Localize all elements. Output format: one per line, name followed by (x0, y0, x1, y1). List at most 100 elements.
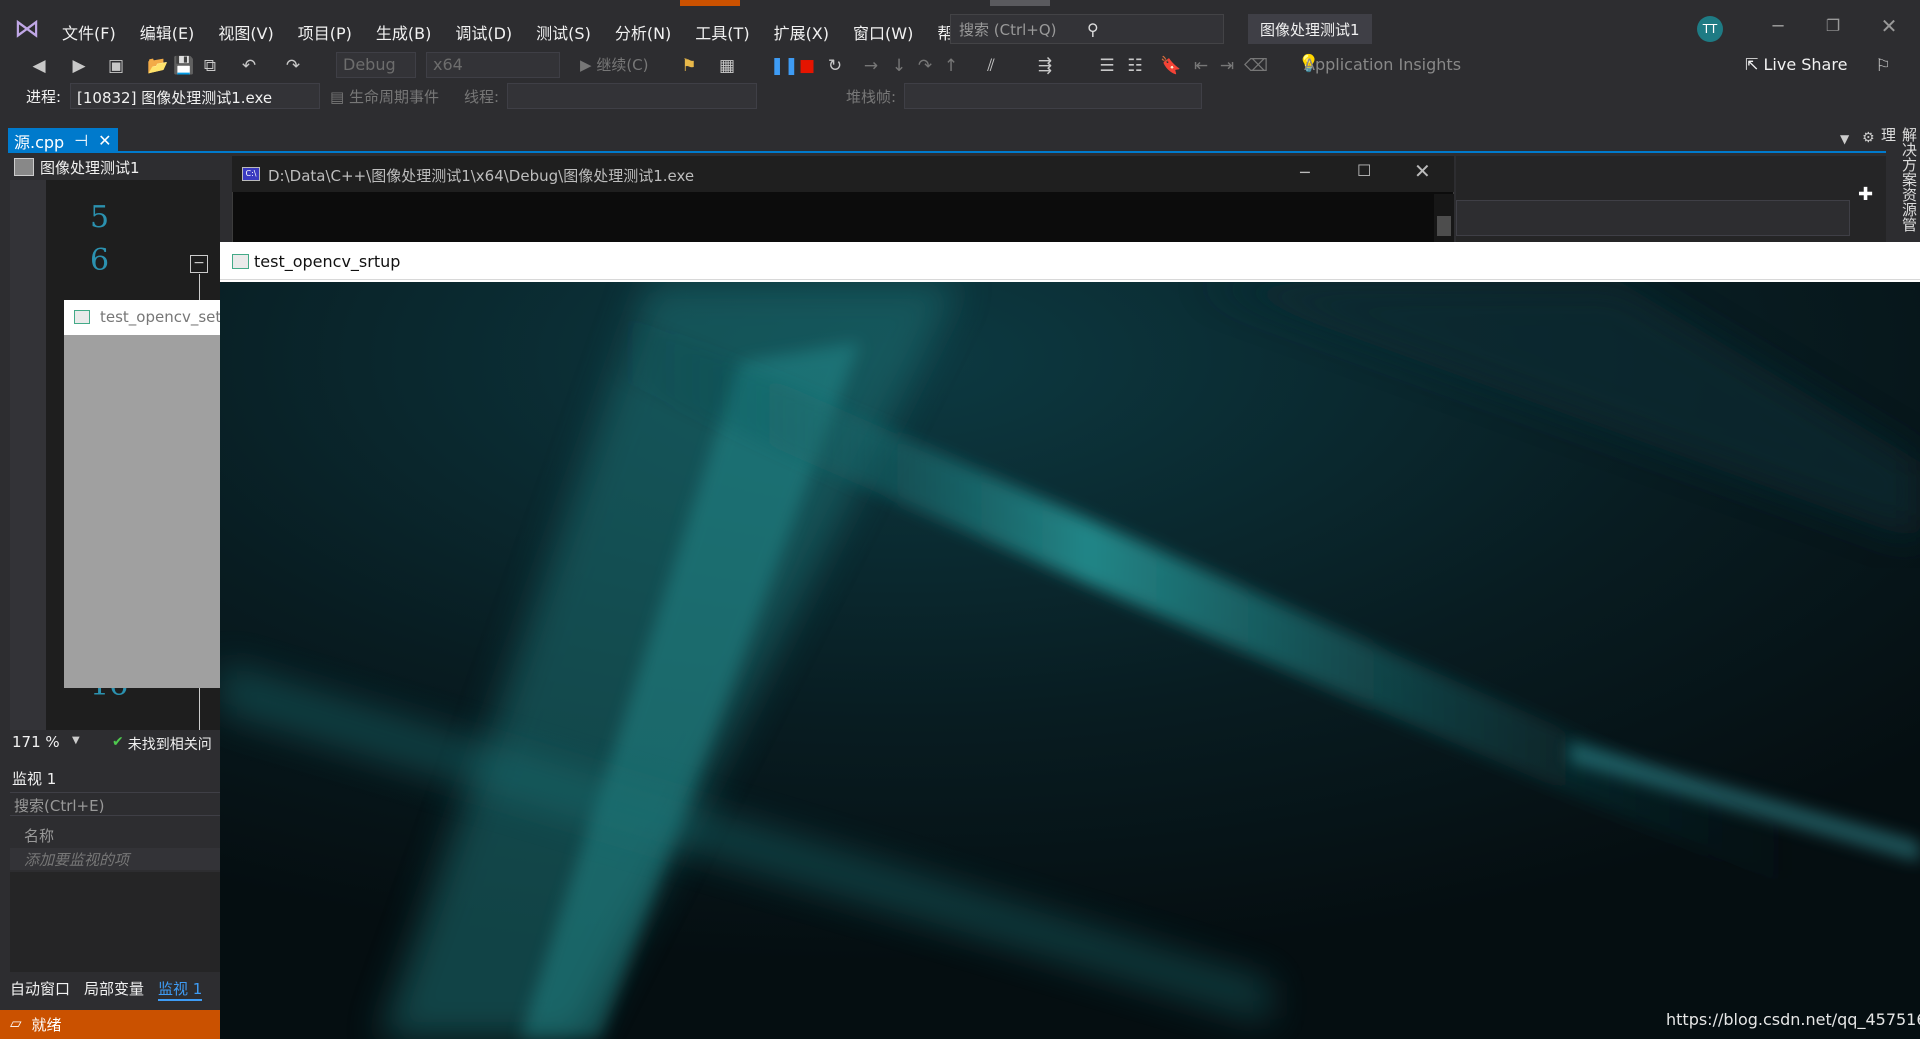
menu-debug[interactable]: 调试(D) (443, 16, 524, 48)
menu-edit[interactable]: 编辑(E) (128, 16, 207, 48)
opencv-main-titlebar[interactable]: test_opencv_srtup (220, 242, 1920, 280)
live-share-label: Live Share (1763, 55, 1848, 74)
tab-autos[interactable]: 自动窗口 (10, 978, 70, 1001)
step-out-icon[interactable]: ↑ (940, 54, 962, 78)
menu-view[interactable]: 视图(V) (206, 16, 285, 48)
search-icon: ⚲ (1087, 19, 1099, 39)
visual-studio-logo-icon[interactable]: ⋈ (12, 14, 42, 44)
tab-source-cpp[interactable]: 源.cpp ⊣ ✕ (8, 128, 118, 153)
step-over-icon[interactable]: ↷ (914, 54, 936, 78)
watch-search-input[interactable]: 搜索(Ctrl+E) (10, 792, 220, 816)
watch-panel-title: 监视 1 (12, 770, 57, 788)
active-indicator (680, 0, 740, 6)
lifecycle-events-dropdown[interactable]: ▤ 生命周期事件 (330, 86, 439, 107)
tab-watch-1[interactable]: 监视 1 (158, 978, 203, 1001)
menu-analyze[interactable]: 分析(N) (603, 16, 683, 48)
solution-name-badge: 图像处理测试1 (1248, 14, 1372, 44)
window-icon (232, 254, 249, 269)
live-share-button[interactable]: ⇱ Live Share (1745, 55, 1847, 74)
debug-tabs: 自动窗口 局部变量 监视 1 (10, 978, 203, 1001)
watch-add-item[interactable]: 添加要监视的项 (10, 848, 220, 870)
scrollbar-thumb[interactable] (1437, 216, 1451, 236)
prev-bookmark-icon[interactable]: ⇤ (1190, 54, 1212, 78)
status-text: 就绪 (31, 1016, 62, 1034)
breakpoints-icon[interactable]: ⫽ (980, 54, 1002, 78)
zoom-level[interactable]: 171 % (12, 733, 60, 751)
tab-label: 源.cpp (14, 132, 65, 152)
collapse-icon[interactable]: − (190, 255, 208, 273)
solution-explorer-side-tab[interactable]: 解决方案资源管理 (1879, 125, 1920, 245)
bookmark-icon[interactable]: 🔖 (1160, 54, 1182, 78)
continue-button[interactable]: ▶ 继续(C) (580, 54, 649, 75)
step-into-icon[interactable]: ↓ (888, 54, 910, 78)
maximize-icon[interactable]: ☐ (1357, 161, 1371, 180)
thread-icon[interactable]: ⇶ (1034, 54, 1056, 78)
platform-dropdown[interactable]: x64 (426, 52, 560, 78)
status-box-icon: ▱ (10, 1014, 22, 1032)
window-title: test_opencv_srtup (254, 252, 401, 271)
navigate-forward-icon[interactable]: ▶ (68, 54, 90, 78)
search-input[interactable]: 搜索 (Ctrl+Q) ⚲ (950, 14, 1224, 44)
solution-explorer-search[interactable] (1456, 200, 1850, 236)
indicator-strip (990, 0, 1050, 6)
zoom-dropdown-icon[interactable]: ▼ (72, 735, 80, 746)
save-all-icon[interactable]: ⧉ (199, 54, 221, 78)
process-label: 进程: (26, 88, 62, 106)
diagnostic-icon[interactable]: ▦ (716, 54, 738, 78)
new-project-icon[interactable]: ▣ (105, 54, 127, 78)
watermark-text: https://blog.csdn.net/qq_45751637 (1666, 1010, 1920, 1029)
restart-icon[interactable]: ↻ (824, 54, 846, 78)
avatar[interactable]: TT (1697, 16, 1723, 42)
feedback-icon[interactable]: ⚐ (1872, 54, 1894, 78)
editor-gutter (10, 180, 46, 730)
status-bar: ▱ 就绪 (0, 1010, 220, 1039)
stack-frame-label: 堆栈帧: (846, 88, 897, 106)
menu-test[interactable]: 测试(S) (524, 16, 603, 48)
open-file-icon[interactable]: 📂 (147, 54, 169, 78)
close-tab-icon[interactable]: ✕ (98, 131, 111, 150)
undo-icon[interactable]: ↶ (238, 54, 260, 78)
show-next-statement-icon[interactable]: → (860, 54, 882, 78)
redo-icon[interactable]: ↷ (282, 54, 304, 78)
expand-icon[interactable]: ✚ (1858, 184, 1873, 205)
menu-project[interactable]: 项目(P) (286, 16, 364, 48)
restore-icon[interactable]: ❐ (1820, 16, 1846, 42)
console-icon: C:\ (242, 167, 260, 181)
next-bookmark-icon[interactable]: ⇥ (1216, 54, 1238, 78)
pause-icon[interactable]: ❚❚ (770, 54, 799, 78)
navigate-back-icon[interactable]: ◀ (28, 54, 50, 78)
menu-extensions[interactable]: 扩展(X) (762, 16, 841, 48)
menu-file[interactable]: 文件(F) (50, 16, 128, 48)
console-scrollbar[interactable] (1434, 194, 1454, 244)
tab-locals[interactable]: 局部变量 (84, 978, 144, 1001)
save-icon[interactable]: 💾 (173, 54, 195, 78)
console-titlebar[interactable]: C:\ D:\Data\C++\图像处理测试1\x64\Debug\图像处理测试… (232, 156, 1454, 192)
process-dropdown[interactable]: [10832] 图像处理测试1.exe (70, 83, 320, 109)
issues-indicator[interactable]: ✔ 未找到相关问 (112, 734, 212, 754)
abstract-image (220, 282, 1920, 1039)
opencv-window-background[interactable] (64, 300, 224, 688)
outdent-icon[interactable]: ☷ (1124, 54, 1146, 78)
stop-icon[interactable]: ■ (796, 54, 818, 78)
console-title-text: D:\Data\C++\图像处理测试1\x64\Debug\图像处理测试1.ex… (268, 167, 695, 185)
opencv-window-titlebar[interactable]: test_opencv_set (64, 300, 224, 335)
configuration-dropdown[interactable]: Debug (336, 52, 416, 78)
tab-list-dropdown-icon[interactable]: ▼ (1840, 132, 1849, 146)
menu-build[interactable]: 生成(B) (364, 16, 443, 48)
thread-dropdown[interactable] (507, 83, 757, 109)
close-icon[interactable]: ✕ (1414, 159, 1431, 183)
minimize-icon[interactable]: ─ (1300, 163, 1310, 182)
clear-bookmark-icon[interactable]: ⌫ (1244, 54, 1268, 78)
minimize-icon[interactable]: ─ (1765, 16, 1791, 42)
gear-icon[interactable]: ⚙ (1862, 130, 1875, 146)
application-insights-dropdown[interactable]: Application Insights (1304, 55, 1461, 74)
close-icon[interactable]: ✕ (1876, 14, 1902, 40)
editor-project-header[interactable]: 图像处理测试1 (10, 155, 230, 179)
project-name: 图像处理测试1 (40, 159, 140, 177)
pin-icon[interactable]: ⊣ (74, 131, 88, 150)
menu-window[interactable]: 窗口(W) (841, 16, 925, 48)
indent-icon[interactable]: ☰ (1096, 54, 1118, 78)
hot-reload-icon[interactable]: ⚑ (678, 54, 700, 78)
stack-frame-dropdown[interactable] (904, 83, 1202, 109)
menu-tools[interactable]: 工具(T) (683, 16, 761, 48)
